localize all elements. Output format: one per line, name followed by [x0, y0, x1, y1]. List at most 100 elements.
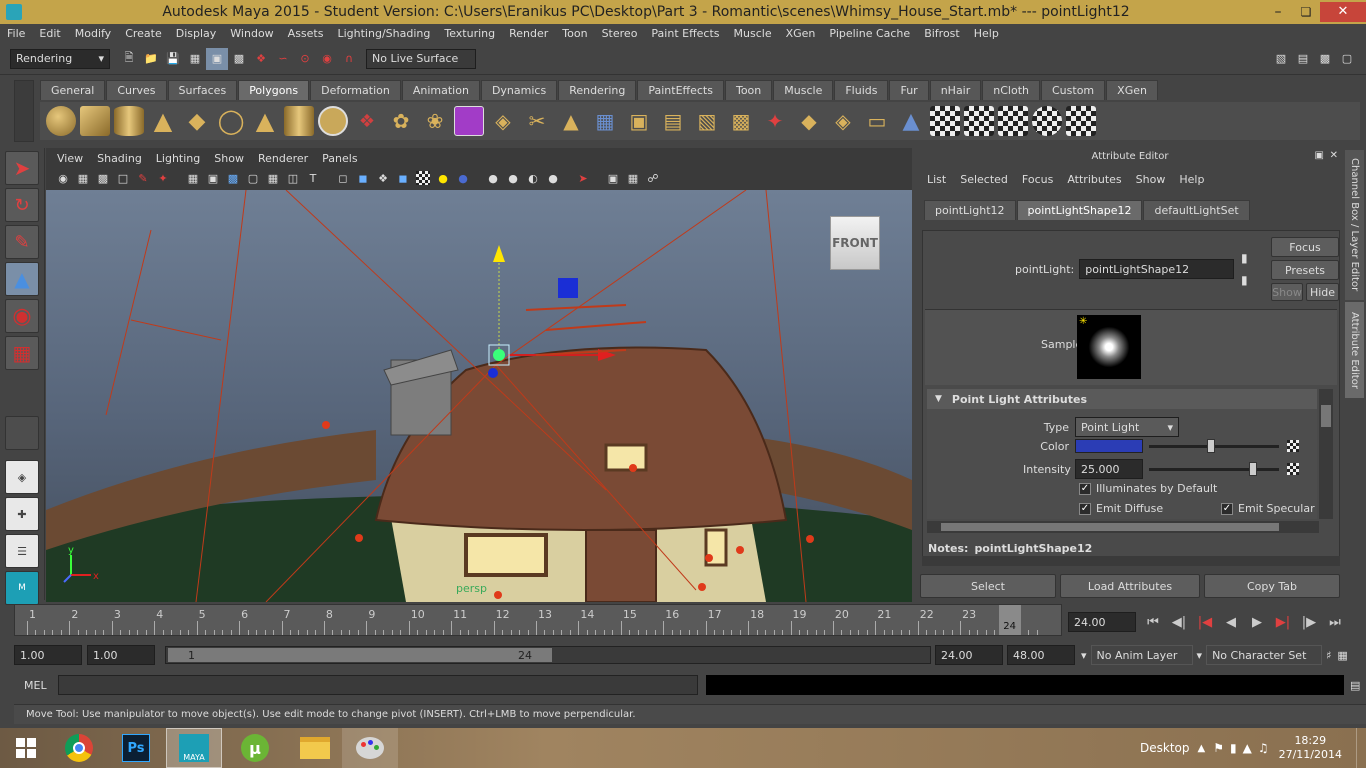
extract-icon[interactable]: ❀: [420, 106, 450, 136]
append-polygon-icon[interactable]: ▦: [590, 106, 620, 136]
close-button[interactable]: ✕: [1320, 2, 1366, 22]
extrude-icon[interactable]: ▲: [556, 106, 586, 136]
presets-button[interactable]: Presets: [1271, 260, 1339, 280]
safe-title-icon[interactable]: T: [304, 167, 322, 189]
uv-planar-icon[interactable]: [964, 106, 994, 136]
maya-app-icon[interactable]: [6, 4, 22, 20]
step-forward-frame-icon[interactable]: |▶: [1298, 611, 1320, 633]
attr-scrollbar-thumb[interactable]: [1321, 405, 1331, 427]
intensity-map-icon[interactable]: [1287, 463, 1299, 475]
bevel-icon[interactable]: ◈: [828, 106, 858, 136]
wireframe-on-shaded-icon[interactable]: ❖: [374, 167, 392, 189]
viewport-renderer-icon[interactable]: ☍: [644, 167, 662, 189]
menu-bifrost[interactable]: Bifrost: [917, 24, 967, 43]
panel-menu-lighting[interactable]: Lighting: [149, 148, 207, 168]
attr-close-icon[interactable]: ✕: [1330, 150, 1338, 161]
x-ray-icon[interactable]: ◼: [394, 167, 412, 189]
select-tool-icon[interactable]: ➤: [5, 151, 39, 185]
rotate-tool-icon[interactable]: ◉: [5, 299, 39, 333]
shadows-icon[interactable]: ●: [454, 167, 472, 189]
shelf-tab-deformation[interactable]: Deformation: [310, 80, 401, 100]
separate-icon[interactable]: ✿: [386, 106, 416, 136]
offset-edge-icon[interactable]: ▧: [692, 106, 722, 136]
attr-scrollbar-horizontal[interactable]: [927, 521, 1319, 533]
shelf-tab-muscle[interactable]: Muscle: [773, 80, 834, 100]
battery-icon[interactable]: ▮: [1230, 741, 1237, 755]
menu-paint-effects[interactable]: Paint Effects: [644, 24, 726, 43]
chrome-taskbar-icon[interactable]: [52, 728, 106, 768]
restore-button[interactable]: ❏: [1292, 5, 1320, 19]
safe-action-icon[interactable]: ◫: [284, 167, 302, 189]
emit-diffuse-checkbox[interactable]: ✓: [1079, 502, 1091, 515]
magnet-icon[interactable]: ∩: [338, 48, 360, 70]
section-header[interactable]: ▼ Point Light Attributes: [927, 389, 1317, 409]
shelf-tab-fur[interactable]: Fur: [889, 80, 929, 100]
xray-joints-icon[interactable]: ▣: [604, 167, 622, 189]
shelf-tab-curves[interactable]: Curves: [106, 80, 167, 100]
tray-chevron-icon[interactable]: ▲: [1198, 743, 1206, 754]
chevron-down-icon[interactable]: ▾: [1197, 649, 1203, 662]
menu-stereo[interactable]: Stereo: [595, 24, 645, 43]
save-scene-icon[interactable]: 💾: [162, 48, 184, 70]
panel-menu-show[interactable]: Show: [207, 148, 251, 168]
panel-menu-shading[interactable]: Shading: [90, 148, 149, 168]
viewport-3d[interactable]: y x FRONT persp: [46, 190, 912, 602]
single-layout-icon[interactable]: ◈: [5, 460, 39, 494]
snap-grid-icon[interactable]: ❖: [250, 48, 272, 70]
shelf-tab-toon[interactable]: Toon: [724, 80, 773, 100]
poly-pyramid-icon[interactable]: ▲: [250, 106, 280, 136]
outliner-layout-icon[interactable]: ☰: [5, 534, 39, 568]
desktop-toolbar-label[interactable]: Desktop: [1140, 741, 1190, 755]
intensity-field[interactable]: 25.000: [1075, 459, 1143, 479]
start-time-field[interactable]: 1.00: [14, 645, 82, 665]
split-polygon-icon[interactable]: ▣: [624, 106, 654, 136]
menu-lighting-shading[interactable]: Lighting/Shading: [330, 24, 437, 43]
uv-checker-icon[interactable]: [930, 106, 960, 136]
menu-xgen[interactable]: XGen: [779, 24, 823, 43]
network-icon[interactable]: ▲: [1243, 741, 1252, 755]
paint-taskbar-icon[interactable]: [342, 728, 398, 768]
shelf-handle[interactable]: [14, 80, 34, 142]
attr-menu-show[interactable]: Show: [1129, 166, 1173, 192]
camera-attributes-icon[interactable]: ▦: [74, 167, 92, 189]
smooth-icon[interactable]: [454, 106, 484, 136]
input-connection-icon[interactable]: ▮: [1241, 251, 1248, 265]
xray-active-icon[interactable]: ▦: [624, 167, 642, 189]
snap-surface-icon[interactable]: ◉: [316, 48, 338, 70]
clock[interactable]: 18:29 27/11/2014: [1279, 734, 1342, 762]
go-to-start-icon[interactable]: ⏮: [1142, 611, 1164, 633]
attr-menu-attributes[interactable]: Attributes: [1060, 166, 1128, 192]
play-backward-icon[interactable]: ◀: [1220, 611, 1242, 633]
attribute-editor-icon[interactable]: ▩: [1314, 48, 1336, 70]
minimize-button[interactable]: –: [1264, 4, 1292, 20]
uv-auto-icon[interactable]: [998, 106, 1028, 136]
current-frame-field[interactable]: 24.00: [1068, 612, 1136, 632]
smooth-shade-icon[interactable]: ◼: [354, 167, 372, 189]
bridge-icon[interactable]: ◈: [488, 106, 518, 136]
merge-icon[interactable]: ✦: [760, 106, 790, 136]
menu-texturing[interactable]: Texturing: [437, 24, 502, 43]
play-forward-icon[interactable]: ▶: [1246, 611, 1268, 633]
select-hierarchy-icon[interactable]: ▦: [184, 48, 206, 70]
depth-of-field-icon[interactable]: ●: [544, 167, 562, 189]
last-tool-slot[interactable]: [5, 416, 39, 450]
shelf-tab-general[interactable]: General: [40, 80, 106, 100]
menu-create[interactable]: Create: [118, 24, 169, 43]
scale-tool-icon[interactable]: ▦: [5, 336, 39, 370]
character-set-dropdown[interactable]: No Character Set: [1206, 645, 1323, 665]
shelf-tab-rendering[interactable]: Rendering: [558, 80, 637, 100]
two-d-pan-icon[interactable]: ✦: [154, 167, 172, 189]
menu-muscle[interactable]: Muscle: [727, 24, 779, 43]
attr-scrollbar-vertical[interactable]: [1319, 389, 1333, 519]
action-center-icon[interactable]: ⚑: [1213, 741, 1224, 755]
type-dropdown[interactable]: Point Light ▾: [1075, 417, 1179, 437]
open-scene-icon[interactable]: 📁: [140, 48, 162, 70]
shelf-tab-ncloth[interactable]: nCloth: [982, 80, 1040, 100]
attr-menu-selected[interactable]: Selected: [953, 166, 1015, 192]
key-icon[interactable]: ♯: [1326, 649, 1331, 662]
grease-pencil-icon[interactable]: ✎: [134, 167, 152, 189]
screen-space-ao-icon[interactable]: ●: [484, 167, 502, 189]
utorrent-taskbar-icon[interactable]: μ: [222, 728, 288, 768]
attr-tab-pointlightshape12[interactable]: pointLightShape12: [1016, 200, 1143, 220]
panel-menu-renderer[interactable]: Renderer: [251, 148, 315, 168]
